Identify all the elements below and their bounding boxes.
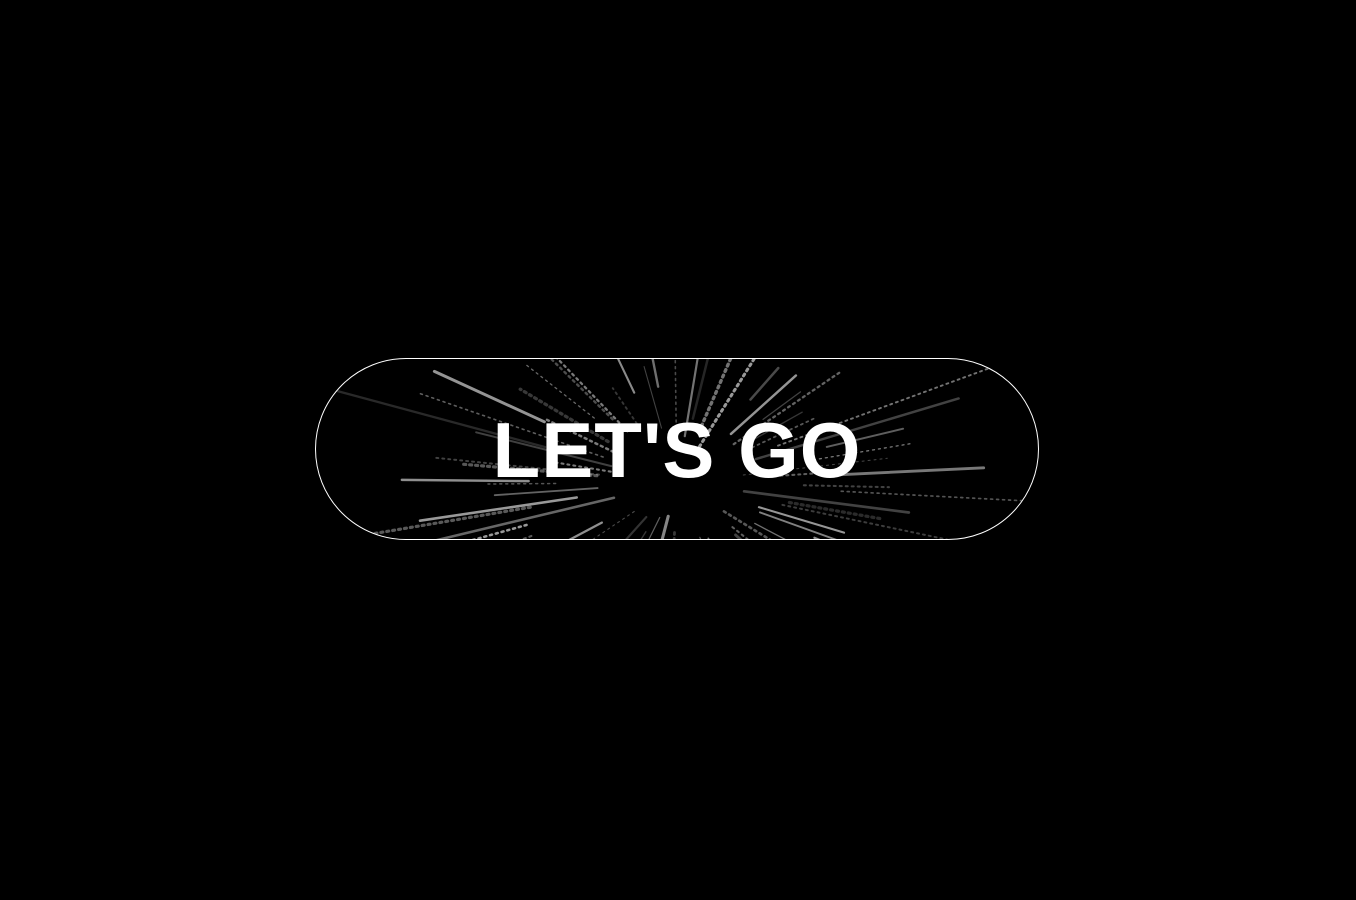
page-background: LET'S GO bbox=[0, 0, 1356, 900]
lets-go-label: LET'S GO bbox=[492, 405, 862, 494]
lets-go-button[interactable]: LET'S GO bbox=[315, 358, 1039, 540]
